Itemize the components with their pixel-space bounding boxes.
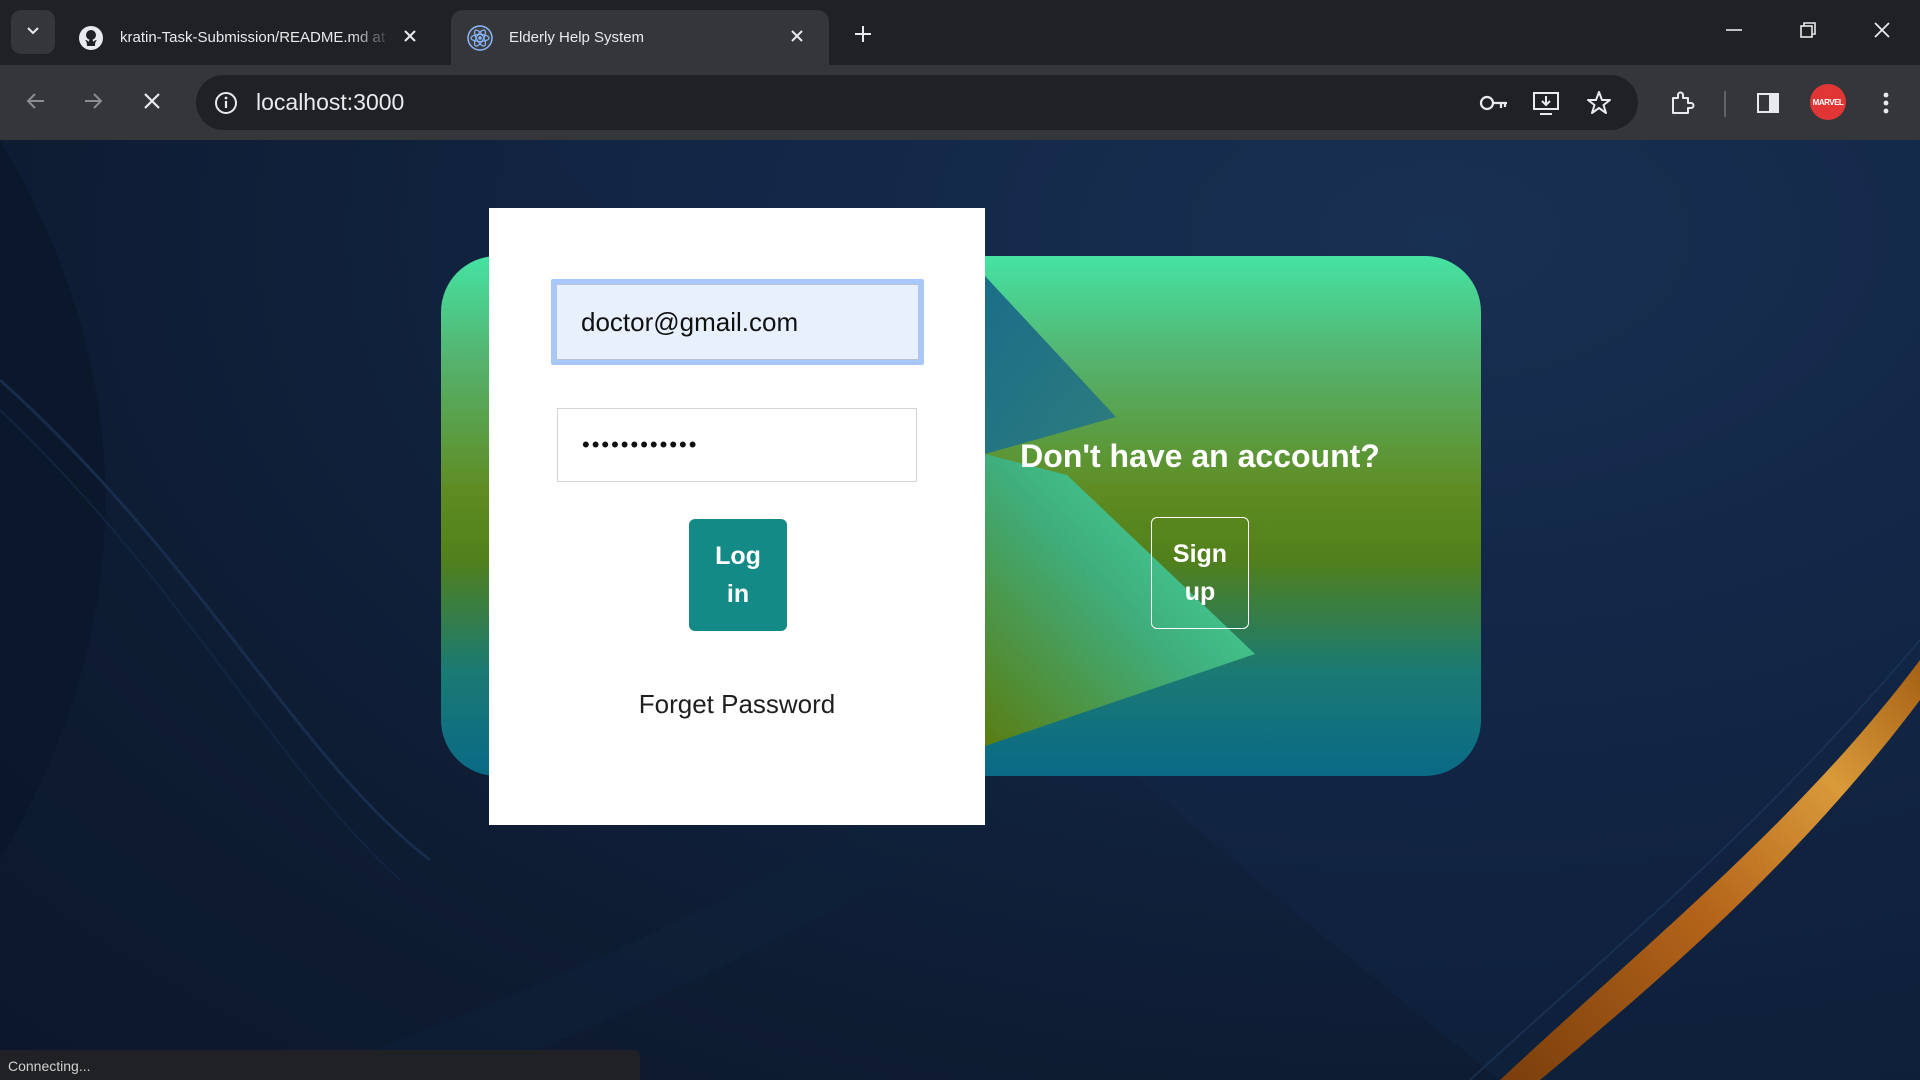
address-bar[interactable]: localhost:3000: [196, 75, 1638, 130]
plus-icon: [853, 24, 873, 49]
email-input[interactable]: [556, 284, 919, 360]
url-text[interactable]: localhost:3000: [256, 89, 404, 116]
avatar-text: MARVEL: [1812, 97, 1844, 107]
close-icon: [1873, 21, 1891, 44]
email-focus-ring: [551, 279, 924, 365]
toolbar-divider: [1724, 91, 1726, 117]
tab-elderly-help-system[interactable]: Elderly Help System: [451, 10, 829, 65]
browser-toolbar: localhost:3000 MARVEL: [0, 65, 1920, 140]
password-input[interactable]: [557, 408, 917, 482]
site-info-icon[interactable]: [208, 85, 244, 121]
minimize-button[interactable]: [1704, 10, 1764, 54]
arrow-left-icon: [25, 90, 47, 117]
side-panel-icon[interactable]: [1748, 83, 1788, 123]
bookmark-star-icon[interactable]: [1579, 85, 1619, 121]
chevron-down-icon: [25, 22, 41, 43]
extensions-puzzle-icon[interactable]: [1662, 83, 1702, 123]
restore-icon: [1799, 21, 1817, 44]
minimize-icon: [1725, 21, 1743, 44]
tab-github-readme[interactable]: kratin-Task-Submission/README.md at m: [62, 10, 442, 65]
forget-password-link[interactable]: Forget Password: [489, 689, 985, 720]
new-tab-button[interactable]: [845, 18, 881, 54]
more-options-icon[interactable]: [1866, 83, 1906, 123]
tab-title: kratin-Task-Submission/README.md at m: [120, 29, 392, 46]
tab-strip: kratin-Task-Submission/README.md at m El…: [0, 0, 1920, 65]
signup-button[interactable]: Sign up: [1151, 517, 1249, 629]
close-tab-icon[interactable]: [398, 24, 422, 48]
forward-button[interactable]: [73, 83, 113, 123]
github-icon: [78, 25, 104, 51]
restore-button[interactable]: [1778, 10, 1838, 54]
page-viewport: Log in Forget Password Don't have an acc…: [0, 140, 1920, 1080]
tab-title: Elderly Help System: [509, 29, 645, 46]
signup-heading: Don't have an account?: [1020, 438, 1380, 474]
profile-avatar[interactable]: MARVEL: [1810, 84, 1846, 120]
close-icon: [142, 91, 162, 116]
tab-search-button[interactable]: [11, 10, 55, 54]
close-tab-icon[interactable]: [785, 24, 809, 48]
stop-loading-button[interactable]: [132, 83, 172, 123]
install-app-icon[interactable]: [1526, 85, 1566, 121]
password-key-icon[interactable]: [1474, 85, 1514, 121]
arrow-right-icon: [82, 90, 104, 117]
close-window-button[interactable]: [1852, 10, 1912, 54]
login-button[interactable]: Log in: [689, 519, 787, 631]
react-icon: [467, 24, 493, 51]
login-form: Log in Forget Password: [489, 208, 985, 825]
back-button[interactable]: [16, 83, 56, 123]
status-text: Connecting...: [8, 1058, 91, 1074]
status-bar: Connecting...: [0, 1050, 640, 1080]
